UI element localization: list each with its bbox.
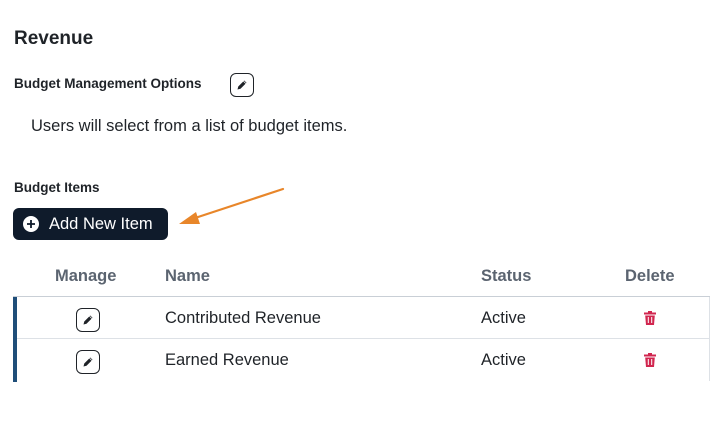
add-new-item-button[interactable]: Add New Item [13,208,168,240]
header-name: Name [165,267,210,285]
trash-icon[interactable] [644,353,656,367]
trash-icon[interactable] [644,311,656,325]
budget-items-table: Manage Name Status Delete Contributed Re… [13,258,710,382]
add-new-item-label: Add New Item [49,214,153,233]
row-status: Active [481,351,526,369]
table-header: Manage Name Status Delete [13,258,710,297]
table-row: Earned Revenue Active [13,339,710,382]
pencil-icon [83,357,93,367]
row-status: Active [481,309,526,327]
row-name: Contributed Revenue [165,309,321,327]
table-row: Contributed Revenue Active [13,297,710,339]
section-title: Revenue [14,28,94,49]
edit-row-button[interactable] [76,350,100,374]
budget-items-label: Budget Items [14,180,100,195]
row-name: Earned Revenue [165,351,289,369]
budget-management-options-label: Budget Management Options [14,76,202,91]
header-delete: Delete [625,267,675,285]
pencil-icon [237,80,247,90]
pencil-icon [83,315,93,325]
plus-circle-icon [23,216,39,232]
edit-options-button[interactable] [230,73,254,97]
edit-row-button[interactable] [76,308,100,332]
options-description: Users will select from a list of budget … [31,117,348,135]
header-manage: Manage [55,267,117,285]
header-status: Status [481,267,532,285]
